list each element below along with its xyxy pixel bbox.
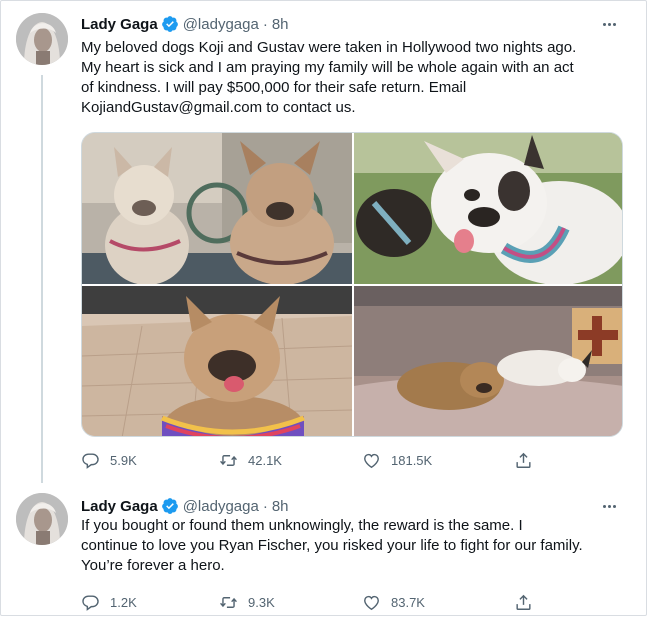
avatar[interactable] [16, 13, 68, 65]
retweet-count: 42.1K [248, 452, 282, 468]
tweet-text-line: My beloved dogs Koji and Gustav were tak… [81, 39, 577, 56]
avatar-portrait [16, 493, 68, 545]
share-icon [516, 452, 531, 468]
two-french-bulldogs-photo[interactable] [82, 133, 352, 284]
tweet-text-line: KojiandGustav@gmail.com to contact us. [81, 99, 356, 116]
tweet[interactable]: Lady Gaga @ladygaga · 8h If you bought o… [1, 485, 648, 617]
media-grid [81, 132, 623, 437]
tweet-text: If you bought or found them unknowingly,… [81, 516, 633, 576]
timestamp[interactable]: 8h [272, 498, 289, 515]
fawn-french-bulldog-photo[interactable] [82, 286, 352, 436]
like-button[interactable]: 181.5K [362, 449, 432, 471]
tweet-text-line: of kindness. I will pay $500,000 for the… [81, 79, 467, 96]
avatar[interactable] [16, 493, 68, 545]
retweet-icon [220, 596, 237, 608]
reply-button[interactable]: 5.9K [81, 449, 137, 471]
tweet-text-line: My heart is sick and I am praying my fam… [81, 59, 574, 76]
tweet-actions: 1.2K 9.3K 83.7K [81, 591, 551, 613]
like-icon [364, 595, 379, 610]
timestamp[interactable]: 8h [272, 16, 289, 33]
retweet-count: 9.3K [248, 594, 275, 610]
tweet-text-line: continue to love you Ryan Fischer, you r… [81, 537, 583, 554]
author-name[interactable]: Lady Gaga [81, 16, 158, 33]
separator-dot: · [262, 497, 268, 515]
reply-count: 5.9K [110, 452, 137, 468]
more-icon[interactable] [598, 496, 620, 516]
retweet-button[interactable]: 42.1K [219, 449, 282, 471]
tweet-text-line: You’re forever a hero. [81, 557, 225, 574]
tweet-actions: 5.9K 42.1K 181.5K [81, 449, 551, 471]
author-name[interactable]: Lady Gaga [81, 498, 158, 515]
sleeping-dogs-photo[interactable] [354, 286, 622, 436]
verified-badge-icon [161, 498, 178, 514]
share-icon [516, 594, 531, 610]
tweet-text-line: If you bought or found them unknowingly,… [81, 517, 523, 534]
like-count: 83.7K [391, 594, 425, 610]
more-icon[interactable] [598, 14, 620, 34]
tweet-header: Lady Gaga @ladygaga · 8h [81, 13, 289, 35]
tweet-thread-card: Lady Gaga @ladygaga · 8h My beloved dogs… [0, 0, 647, 616]
verified-badge-icon [161, 16, 178, 32]
retweet-icon [220, 454, 237, 466]
tweet-text: My beloved dogs Koji and Gustav were tak… [81, 38, 633, 118]
like-button[interactable]: 83.7K [362, 591, 425, 613]
tweet-header: Lady Gaga @ladygaga · 8h [81, 495, 289, 517]
share-button[interactable] [514, 449, 533, 471]
reply-icon [82, 452, 99, 469]
avatar-portrait [16, 13, 68, 65]
white-french-bulldog-photo[interactable] [354, 133, 622, 284]
tweet[interactable]: Lady Gaga @ladygaga · 8h My beloved dogs… [1, 1, 648, 481]
share-button[interactable] [514, 591, 533, 613]
reply-count: 1.2K [110, 594, 137, 610]
retweet-button[interactable]: 9.3K [219, 591, 275, 613]
like-count: 181.5K [391, 452, 433, 468]
author-handle[interactable]: @ladygaga [183, 16, 259, 33]
reply-icon [82, 594, 99, 611]
reply-button[interactable]: 1.2K [81, 591, 137, 613]
author-handle[interactable]: @ladygaga [183, 498, 259, 515]
separator-dot: · [262, 15, 268, 33]
like-icon [364, 453, 379, 468]
